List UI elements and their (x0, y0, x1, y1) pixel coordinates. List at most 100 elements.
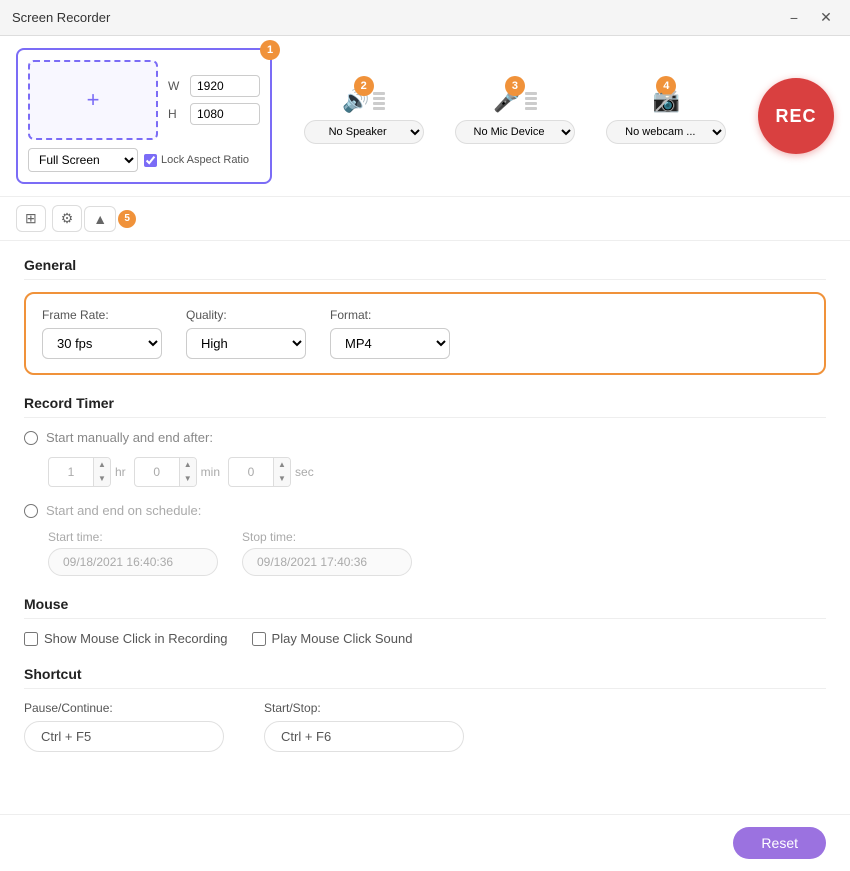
frame-rate-group: Frame Rate: 10 fps 20 fps 30 fps 60 fps (42, 308, 162, 359)
general-section-title: General (24, 257, 826, 280)
general-section: Frame Rate: 10 fps 20 fps 30 fps 60 fps … (24, 292, 826, 375)
webcam-select[interactable]: No webcam ... (606, 120, 726, 144)
arrow-icon: ▲ (93, 211, 107, 227)
pause-shortcut-group: Pause/Continue: (24, 701, 224, 752)
format-label: Format: (330, 308, 450, 322)
lock-aspect-checkbox[interactable] (144, 154, 157, 167)
quality-select[interactable]: Low Medium High Ultra (186, 328, 306, 359)
hr-label: hr (115, 465, 126, 479)
frame-rate-select[interactable]: 10 fps 20 fps 30 fps 60 fps (42, 328, 162, 359)
sec-up-btn[interactable]: ▲ (274, 458, 290, 472)
start-stop-shortcut-group: Start/Stop: (264, 701, 464, 752)
format-select[interactable]: MP4 AVI MOV MKV (330, 328, 450, 359)
frame-rate-label: Frame Rate: (42, 308, 162, 322)
close-button[interactable]: ✕ (814, 6, 838, 30)
start-time-group: Start time: (48, 530, 218, 576)
pause-label: Pause/Continue: (24, 701, 224, 715)
sec-spinbox: ▲ ▼ (228, 457, 291, 487)
badge-1: 1 (260, 40, 280, 60)
speaker-select[interactable]: No Speaker (304, 120, 424, 144)
webcam-icon-row: 📷 (653, 88, 680, 114)
content-area: General Frame Rate: 10 fps 20 fps 30 fps… (0, 241, 850, 814)
mic-bars (525, 92, 537, 110)
settings-arrow-button[interactable]: ▲ (84, 206, 116, 232)
sec-group: ▲ ▼ sec (228, 457, 314, 487)
height-label: H (168, 107, 182, 121)
min-spin-btns: ▲ ▼ (179, 458, 196, 486)
webcam-icon: 📷 (653, 88, 680, 114)
schedule-radio[interactable] (24, 504, 38, 518)
play-click-sound-group: Play Mouse Click Sound (252, 631, 413, 646)
bottom-bar: Reset (0, 814, 850, 871)
hr-down-btn[interactable]: ▼ (94, 472, 110, 486)
schedule-inputs: Start time: Stop time: (48, 530, 826, 576)
play-click-sound-checkbox[interactable] (252, 632, 266, 646)
width-label: W (168, 79, 182, 93)
speaker-bars (373, 92, 385, 110)
play-click-sound-label: Play Mouse Click Sound (272, 631, 413, 646)
min-down-btn[interactable]: ▼ (180, 472, 196, 486)
sec-spin-btns: ▲ ▼ (273, 458, 290, 486)
mouse-checkbox-row: Show Mouse Click in Recording Play Mouse… (24, 631, 826, 646)
hr-input[interactable] (49, 461, 93, 483)
badge-5: 5 (118, 210, 136, 228)
sec-input[interactable] (229, 461, 273, 483)
settings-button[interactable]: ⚙ (52, 205, 83, 232)
start-stop-input[interactable] (264, 721, 464, 752)
show-click-group: Show Mouse Click in Recording (24, 631, 228, 646)
width-input[interactable] (190, 75, 260, 97)
badge-3: 3 (505, 76, 525, 96)
hr-spinbox: ▲ ▼ (48, 457, 111, 487)
show-click-checkbox[interactable] (24, 632, 38, 646)
rec-button[interactable]: REC (758, 78, 834, 154)
quality-group: Quality: Low Medium High Ultra (186, 308, 306, 359)
pause-input[interactable] (24, 721, 224, 752)
format-group: Format: MP4 AVI MOV MKV (330, 308, 450, 359)
top-panel: + W H Full Screen (0, 36, 850, 197)
hr-group: ▲ ▼ hr (48, 457, 126, 487)
title-bar: Screen Recorder − ✕ (0, 0, 850, 36)
shortcut-section: Shortcut Pause/Continue: Start/Stop: (24, 666, 826, 752)
manual-label: Start manually and end after: (46, 430, 213, 445)
settings-icon: ⚙ (61, 210, 74, 227)
reset-button[interactable]: Reset (733, 827, 826, 859)
fullscreen-select[interactable]: Full Screen (28, 148, 138, 172)
stop-time-group: Stop time: (242, 530, 412, 576)
sec-down-btn[interactable]: ▼ (274, 472, 290, 486)
speaker-item: 2 🔊 No Speaker (304, 88, 424, 144)
mic-select[interactable]: No Mic Device (455, 120, 575, 144)
height-row: H (168, 103, 260, 125)
width-row: W (168, 75, 260, 97)
layout-button[interactable]: ⊞ (16, 205, 46, 232)
stop-time-input[interactable] (242, 548, 412, 576)
record-timer-title: Record Timer (24, 395, 826, 418)
manual-radio[interactable] (24, 431, 38, 445)
time-inputs-row: ▲ ▼ hr ▲ ▼ min (48, 457, 826, 487)
screen-preview[interactable]: + (28, 60, 158, 140)
schedule-radio-row: Start and end on schedule: (24, 503, 826, 518)
height-input[interactable] (190, 103, 260, 125)
mouse-section: Mouse Show Mouse Click in Recording Play… (24, 596, 826, 646)
shortcut-row: Pause/Continue: Start/Stop: (24, 701, 826, 752)
audio-section: 2 🔊 No Speaker 3 🎤 (288, 88, 742, 144)
main-container: + W H Full Screen (0, 36, 850, 871)
badge-2: 2 (354, 76, 374, 96)
screen-area: + W H Full Screen (16, 48, 272, 184)
start-time-input[interactable] (48, 548, 218, 576)
mouse-section-title: Mouse (24, 596, 826, 619)
hr-spin-btns: ▲ ▼ (93, 458, 110, 486)
mic-item: 3 🎤 No Mic Device (455, 88, 575, 144)
quality-label: Quality: (186, 308, 306, 322)
start-stop-label: Start/Stop: (264, 701, 464, 715)
min-group: ▲ ▼ min (134, 457, 220, 487)
fullscreen-row: Full Screen Lock Aspect Ratio (28, 148, 260, 172)
hr-up-btn[interactable]: ▲ (94, 458, 110, 472)
minimize-button[interactable]: − (782, 6, 806, 30)
lock-aspect-group: Lock Aspect Ratio (144, 154, 249, 167)
start-time-label: Start time: (48, 530, 218, 544)
min-up-btn[interactable]: ▲ (180, 458, 196, 472)
manual-radio-row: Start manually and end after: (24, 430, 826, 445)
min-input[interactable] (135, 461, 179, 483)
sec-label: sec (295, 465, 314, 479)
toolbar-row: ⊞ ⚙ ▲ 5 (0, 197, 850, 241)
